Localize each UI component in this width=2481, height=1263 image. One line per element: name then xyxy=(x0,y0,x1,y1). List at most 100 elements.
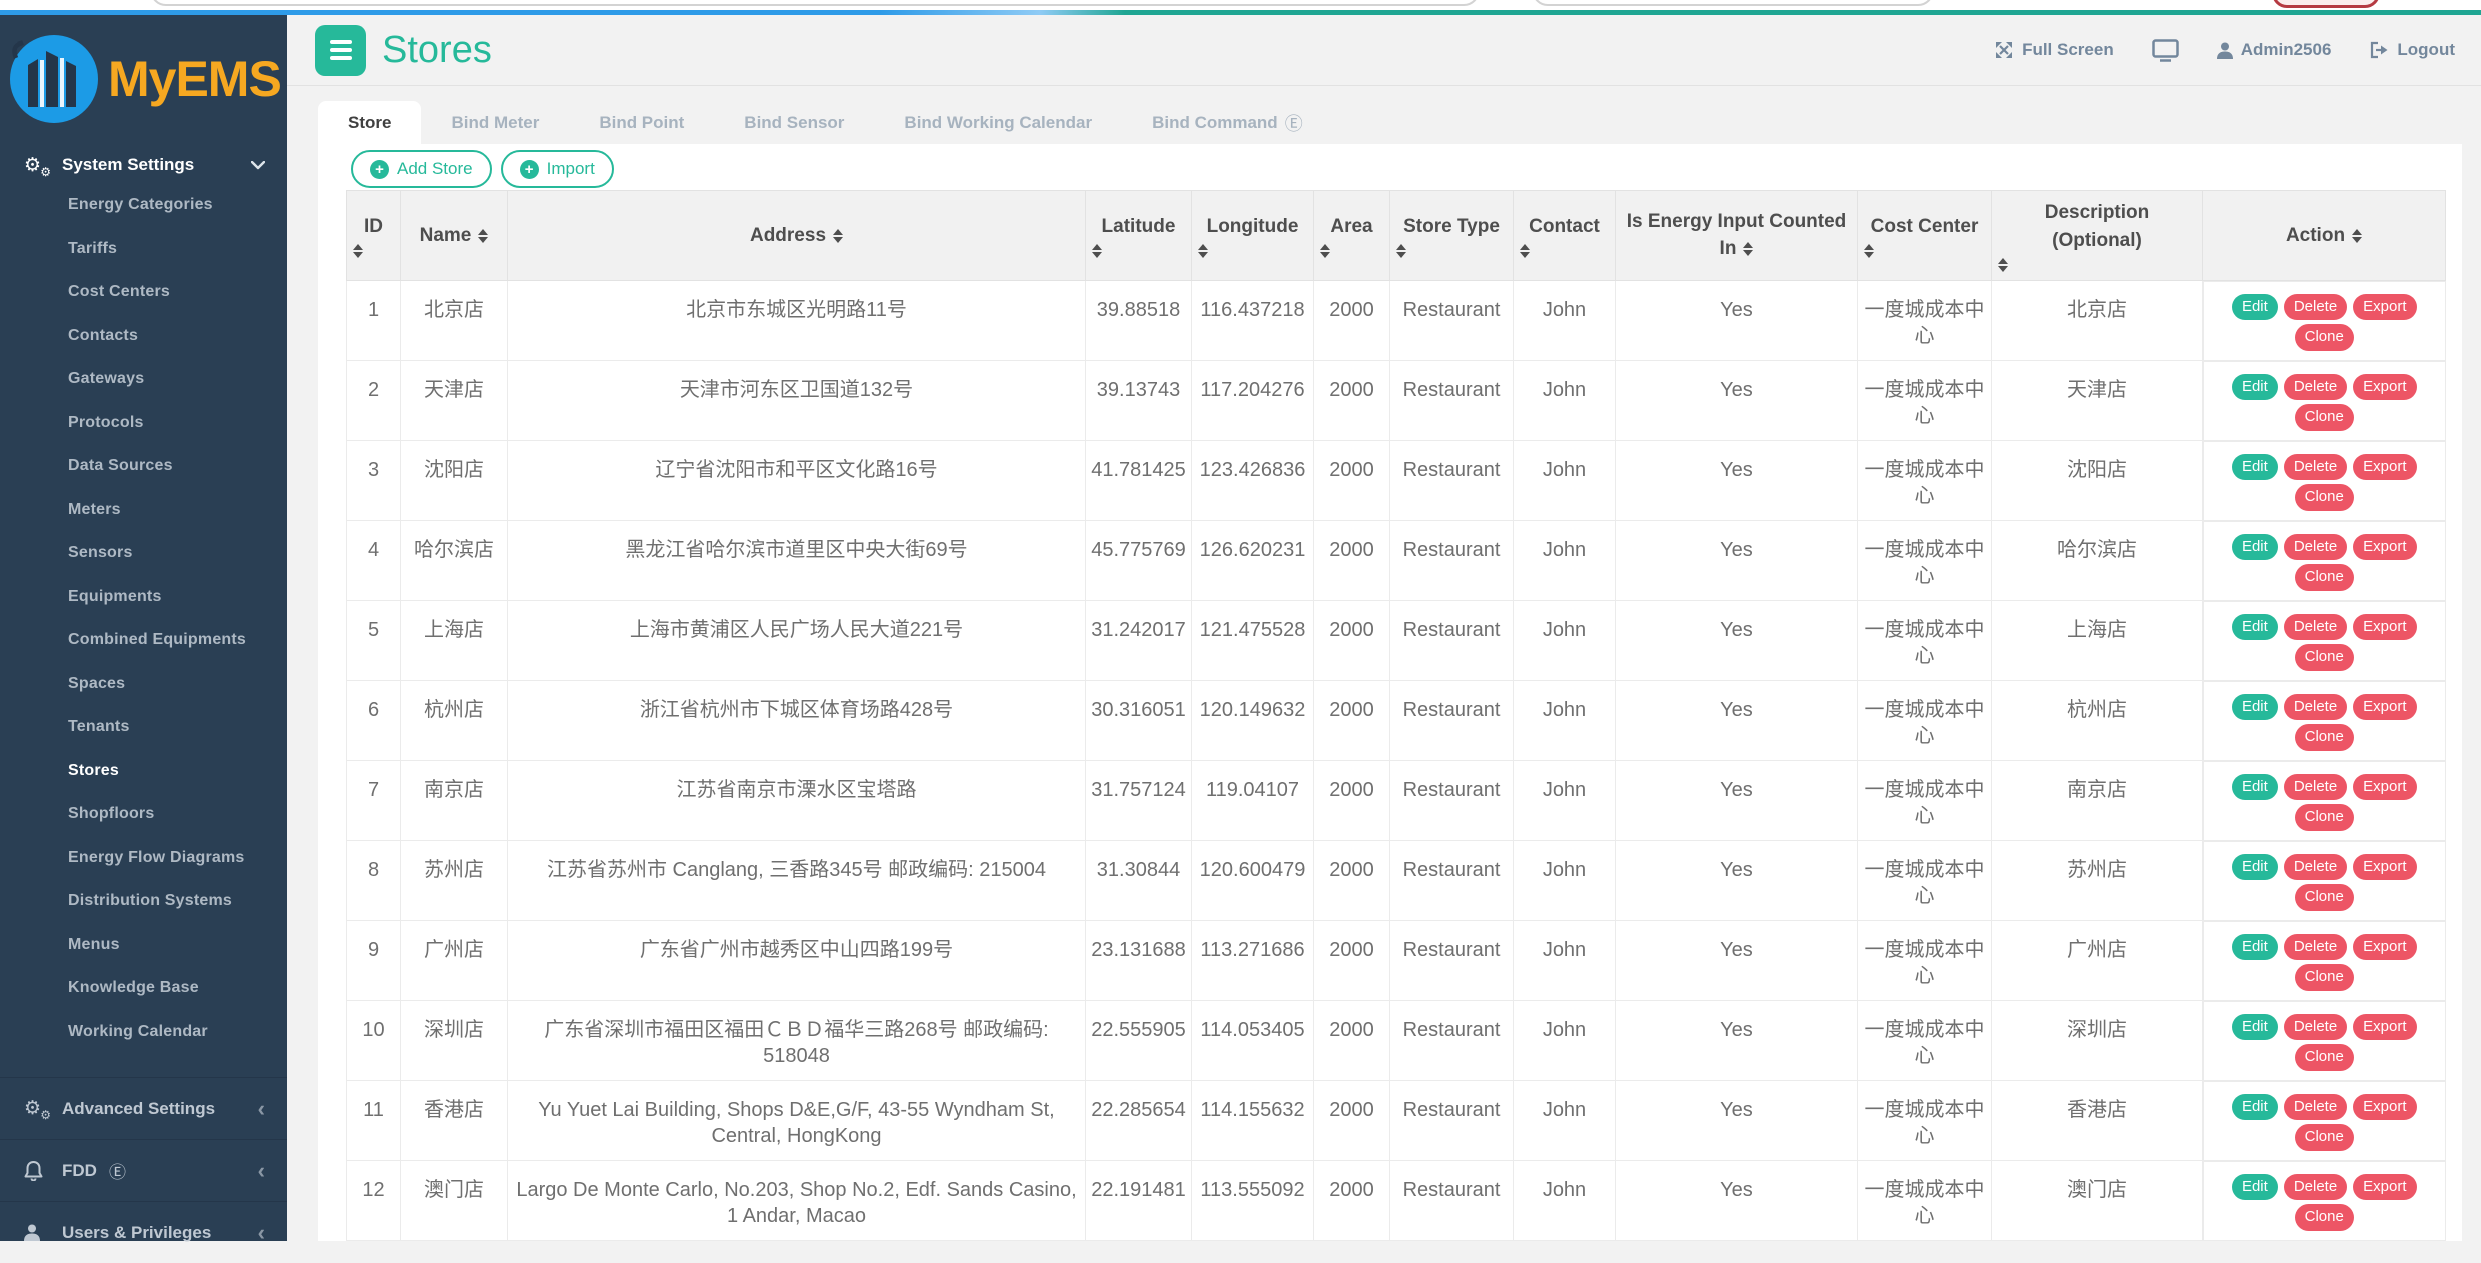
export-button[interactable]: Export xyxy=(2353,694,2416,721)
edit-button[interactable]: Edit xyxy=(2232,694,2278,721)
menu-toggle-button[interactable] xyxy=(315,25,366,76)
sidebar-item-contacts[interactable]: Contacts xyxy=(0,314,287,358)
sidebar-item-knowledge-base[interactable]: Knowledge Base xyxy=(0,966,287,1010)
column-header-address[interactable]: Address xyxy=(508,191,1086,280)
cell-name: 沈阳店 xyxy=(401,441,508,521)
sidebar-section-fdd[interactable]: FDDⒺ‹ xyxy=(0,1139,287,1201)
display-mode-button[interactable] xyxy=(2152,39,2179,62)
sidebar-item-gateways[interactable]: Gateways xyxy=(0,357,287,401)
clone-button[interactable]: Clone xyxy=(2295,884,2354,911)
column-header-action[interactable]: Action xyxy=(2203,191,2446,280)
sidebar-item-menus[interactable]: Menus xyxy=(0,923,287,967)
delete-button[interactable]: Delete xyxy=(2284,694,2347,721)
edit-button[interactable]: Edit xyxy=(2232,934,2278,961)
sidebar-section-system-settings[interactable]: ⚙⚙ System Settings xyxy=(0,147,287,183)
export-button[interactable]: Export xyxy=(2353,454,2416,481)
tab-bind-sensor[interactable]: Bind Sensor xyxy=(714,101,874,144)
column-header-is-energy-input-counted-in[interactable]: Is Energy Input CountedIn xyxy=(1616,191,1858,280)
export-button[interactable]: Export xyxy=(2353,534,2416,561)
delete-button[interactable]: Delete xyxy=(2284,614,2347,641)
column-header-cost-center[interactable]: Cost Center xyxy=(1858,191,1992,280)
clone-button[interactable]: Clone xyxy=(2295,564,2354,591)
delete-button[interactable]: Delete xyxy=(2284,534,2347,561)
add-store-button[interactable]: + Add Store xyxy=(351,150,492,188)
export-button[interactable]: Export xyxy=(2353,374,2416,401)
sidebar-item-sensors[interactable]: Sensors xyxy=(0,531,287,575)
delete-button[interactable]: Delete xyxy=(2284,294,2347,321)
sidebar-item-working-calendar[interactable]: Working Calendar xyxy=(0,1010,287,1054)
tab-store[interactable]: Store xyxy=(318,101,421,144)
sidebar-item-spaces[interactable]: Spaces xyxy=(0,662,287,706)
sidebar-item-energy-categories[interactable]: Energy Categories xyxy=(0,183,287,227)
clone-button[interactable]: Clone xyxy=(2295,404,2354,431)
delete-button[interactable]: Delete xyxy=(2284,1014,2347,1041)
cell-is-energy-input-counted-in: Yes xyxy=(1616,280,1858,361)
fullscreen-button[interactable]: Full Screen xyxy=(1994,40,2114,60)
user-menu[interactable]: Admin2506 xyxy=(2217,40,2332,60)
edit-button[interactable]: Edit xyxy=(2232,454,2278,481)
sidebar-section-advanced-settings[interactable]: ⚙⚙Advanced Settings‹ xyxy=(0,1077,287,1139)
sidebar-item-data-sources[interactable]: Data Sources xyxy=(0,444,287,488)
sidebar-item-tenants[interactable]: Tenants xyxy=(0,705,287,749)
edit-button[interactable]: Edit xyxy=(2232,774,2278,801)
export-button[interactable]: Export xyxy=(2353,614,2416,641)
column-header-description-optional[interactable]: Description (Optional) xyxy=(1992,191,2203,280)
export-button[interactable]: Export xyxy=(2353,1174,2416,1201)
clone-button[interactable]: Clone xyxy=(2295,1204,2354,1231)
clone-button[interactable]: Clone xyxy=(2295,484,2354,511)
sidebar-item-combined-equipments[interactable]: Combined Equipments xyxy=(0,618,287,662)
tab-bind-command[interactable]: Bind CommandⒺ xyxy=(1122,101,1333,144)
edit-button[interactable]: Edit xyxy=(2232,534,2278,561)
logout-button[interactable]: Logout xyxy=(2369,40,2455,60)
column-header-latitude[interactable]: Latitude xyxy=(1086,191,1192,280)
edit-button[interactable]: Edit xyxy=(2232,1094,2278,1121)
column-header-store-type[interactable]: Store Type xyxy=(1390,191,1514,280)
column-header-area[interactable]: Area xyxy=(1314,191,1390,280)
clone-button[interactable]: Clone xyxy=(2295,964,2354,991)
sidebar-item-distribution-systems[interactable]: Distribution Systems xyxy=(0,879,287,923)
clone-button[interactable]: Clone xyxy=(2295,804,2354,831)
sidebar-item-energy-flow-diagrams[interactable]: Energy Flow Diagrams xyxy=(0,836,287,880)
export-button[interactable]: Export xyxy=(2353,294,2416,321)
tab-bind-meter[interactable]: Bind Meter xyxy=(421,101,569,144)
sidebar-item-stores[interactable]: Stores xyxy=(0,749,287,793)
edit-button[interactable]: Edit xyxy=(2232,1174,2278,1201)
edit-button[interactable]: Edit xyxy=(2232,854,2278,881)
edit-button[interactable]: Edit xyxy=(2232,294,2278,321)
sidebar-item-equipments[interactable]: Equipments xyxy=(0,575,287,619)
tab-bind-point[interactable]: Bind Point xyxy=(569,101,714,144)
edit-button[interactable]: Edit xyxy=(2232,614,2278,641)
sidebar-item-cost-centers[interactable]: Cost Centers xyxy=(0,270,287,314)
export-button[interactable]: Export xyxy=(2353,1094,2416,1121)
delete-button[interactable]: Delete xyxy=(2284,934,2347,961)
clone-button[interactable]: Clone xyxy=(2295,724,2354,751)
clone-button[interactable]: Clone xyxy=(2295,644,2354,671)
edit-button[interactable]: Edit xyxy=(2232,374,2278,401)
export-button[interactable]: Export xyxy=(2353,774,2416,801)
brand[interactable]: MyEMS xyxy=(0,15,287,143)
delete-button[interactable]: Delete xyxy=(2284,374,2347,401)
delete-button[interactable]: Delete xyxy=(2284,854,2347,881)
column-header-name[interactable]: Name xyxy=(401,191,508,280)
clone-button[interactable]: Clone xyxy=(2295,1044,2354,1071)
export-button[interactable]: Export xyxy=(2353,854,2416,881)
column-header-id[interactable]: ID xyxy=(347,191,401,280)
export-button[interactable]: Export xyxy=(2353,1014,2416,1041)
clone-button[interactable]: Clone xyxy=(2295,1124,2354,1151)
tab-bind-working-calendar[interactable]: Bind Working Calendar xyxy=(874,101,1122,144)
sidebar-item-meters[interactable]: Meters xyxy=(0,488,287,532)
column-header-longitude[interactable]: Longitude xyxy=(1192,191,1314,280)
import-button[interactable]: + Import xyxy=(501,150,614,188)
export-button[interactable]: Export xyxy=(2353,934,2416,961)
delete-button[interactable]: Delete xyxy=(2284,1094,2347,1121)
delete-button[interactable]: Delete xyxy=(2284,454,2347,481)
sidebar-item-tariffs[interactable]: Tariffs xyxy=(0,227,287,271)
sidebar-section-users-privileges[interactable]: Users & Privileges‹ xyxy=(0,1201,287,1263)
clone-button[interactable]: Clone xyxy=(2295,324,2354,351)
delete-button[interactable]: Delete xyxy=(2284,774,2347,801)
edit-button[interactable]: Edit xyxy=(2232,1014,2278,1041)
column-header-contact[interactable]: Contact xyxy=(1514,191,1616,280)
delete-button[interactable]: Delete xyxy=(2284,1174,2347,1201)
sidebar-item-shopfloors[interactable]: Shopfloors xyxy=(0,792,287,836)
sidebar-item-protocols[interactable]: Protocols xyxy=(0,401,287,445)
